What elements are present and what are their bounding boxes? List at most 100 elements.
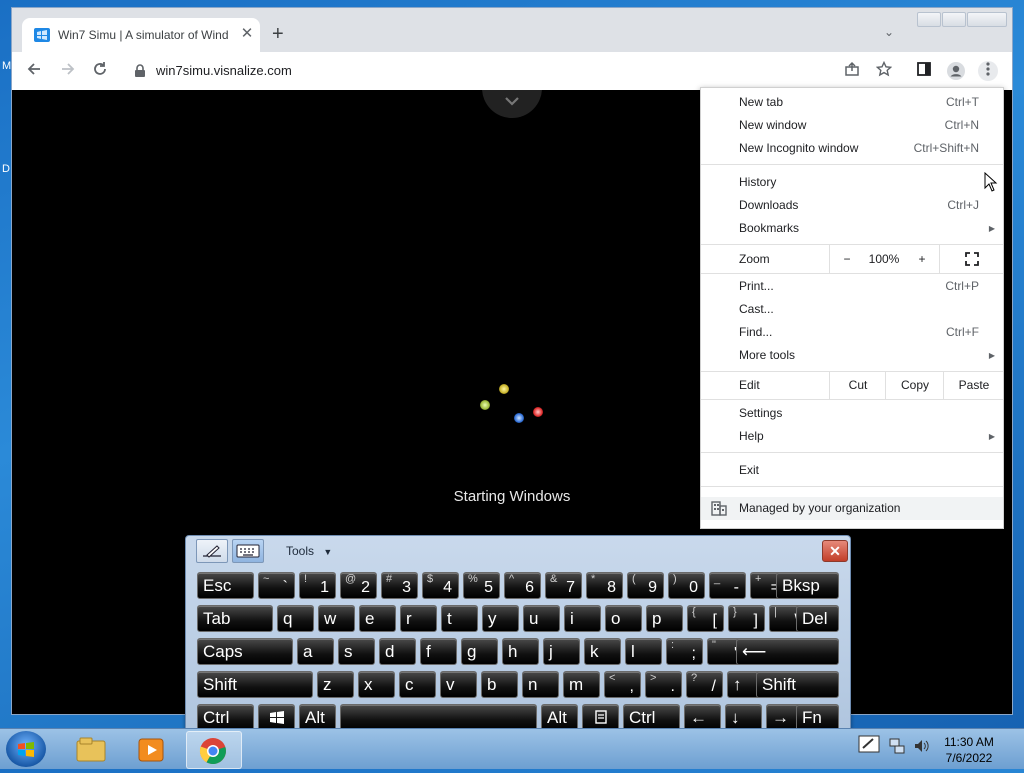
menu-item-cast[interactable]: Cast... xyxy=(701,298,1003,321)
key-q[interactable]: q xyxy=(277,605,314,632)
cut-button[interactable]: Cut xyxy=(829,371,886,399)
key-space[interactable] xyxy=(340,704,537,731)
copy-button[interactable]: Copy xyxy=(885,371,944,399)
side-panel-icon[interactable] xyxy=(914,61,934,81)
key-left-bracket[interactable]: {[ xyxy=(687,605,724,632)
key-h[interactable]: h xyxy=(502,638,539,665)
key-w[interactable]: w xyxy=(318,605,355,632)
menu-item-more-tools[interactable]: More tools ▶ xyxy=(701,344,1003,367)
explorer-taskbar-icon[interactable] xyxy=(64,731,118,767)
menu-item-find[interactable]: Find... Ctrl+F xyxy=(701,321,1003,344)
key-down-arrow[interactable]: ↓ xyxy=(725,704,762,731)
reload-icon[interactable] xyxy=(90,61,110,81)
key-left-arrow[interactable]: ← xyxy=(684,704,721,731)
menu-item-new-tab[interactable]: New tab Ctrl+T xyxy=(701,91,1003,114)
menu-item-exit[interactable]: Exit xyxy=(701,459,1003,482)
menu-item-settings[interactable]: Settings xyxy=(701,402,1003,425)
dropdown-handle[interactable] xyxy=(482,90,542,118)
key-backspace[interactable]: Bksp xyxy=(776,572,839,599)
key-ctrl-left[interactable]: Ctrl xyxy=(197,704,254,731)
zoom-out-button[interactable]: − xyxy=(829,245,864,273)
key-v[interactable]: v xyxy=(440,671,477,698)
media-player-taskbar-icon[interactable] xyxy=(124,731,178,767)
menu-item-downloads[interactable]: Downloads Ctrl+J xyxy=(701,194,1003,217)
key-alt-right[interactable]: Alt xyxy=(541,704,578,731)
share-icon[interactable] xyxy=(842,61,862,81)
key-esc[interactable]: Esc xyxy=(197,572,254,599)
keyboard-mode-icon[interactable] xyxy=(232,539,264,563)
key-menu[interactable] xyxy=(582,704,619,731)
key-a[interactable]: a xyxy=(297,638,334,665)
volume-icon[interactable] xyxy=(913,737,931,755)
forward-icon[interactable] xyxy=(58,61,78,81)
key-fn[interactable]: Fn xyxy=(796,704,839,731)
bookmark-star-icon[interactable] xyxy=(874,60,894,81)
start-button[interactable] xyxy=(6,731,46,767)
key-enter[interactable]: ⟵ xyxy=(736,638,839,665)
key-r[interactable]: r xyxy=(400,605,437,632)
key-k[interactable]: k xyxy=(584,638,621,665)
menu-item-history[interactable]: History xyxy=(701,171,1003,194)
key-u[interactable]: u xyxy=(523,605,560,632)
key-5[interactable]: % 5 xyxy=(463,572,500,599)
paste-button[interactable]: Paste xyxy=(943,371,1004,399)
pen-input-icon[interactable] xyxy=(858,733,880,755)
key-4[interactable]: $4 xyxy=(422,572,459,599)
fullscreen-icon[interactable] xyxy=(939,245,1004,273)
back-icon[interactable] xyxy=(24,61,44,81)
key-p[interactable]: p xyxy=(646,605,683,632)
key-1[interactable]: ! 1 xyxy=(299,572,336,599)
key-shift-left[interactable]: Shift xyxy=(197,671,313,698)
close-window-icon[interactable] xyxy=(967,12,1007,27)
osk-close-button[interactable]: ✕ xyxy=(822,540,848,562)
menu-item-bookmarks[interactable]: Bookmarks ▶ xyxy=(701,217,1003,240)
key-y[interactable]: y xyxy=(482,605,519,632)
active-tab[interactable]: Win7 Simu | A simulator of Windows 7 ✕ xyxy=(22,18,260,52)
menu-item-managed[interactable]: Managed by your organization xyxy=(701,497,1003,520)
key-minus[interactable]: _ - xyxy=(709,572,746,599)
system-clock[interactable]: 11:30 AM 7/6/2022 xyxy=(932,734,1006,766)
menu-item-print[interactable]: Print... Ctrl+P xyxy=(701,275,1003,298)
key-7[interactable]: & 7 xyxy=(545,572,582,599)
menu-item-incognito[interactable]: New Incognito window Ctrl+Shift+N xyxy=(701,137,1003,160)
key-o[interactable]: o xyxy=(605,605,642,632)
key-0[interactable]: ) 0 xyxy=(668,572,705,599)
key-c[interactable]: c xyxy=(399,671,436,698)
key-6[interactable]: ^ 6 xyxy=(504,572,541,599)
key-s[interactable]: s xyxy=(338,638,375,665)
handwriting-mode-icon[interactable] xyxy=(196,539,228,563)
key-9[interactable]: (9 xyxy=(627,572,664,599)
key-caps[interactable]: Caps xyxy=(197,638,293,665)
key-b[interactable]: b xyxy=(481,671,518,698)
key-m[interactable]: m xyxy=(563,671,600,698)
key-shift-right[interactable]: Shift xyxy=(756,671,839,698)
key-8[interactable]: * 8 xyxy=(586,572,623,599)
key-l[interactable]: l xyxy=(625,638,662,665)
key-j[interactable]: j xyxy=(543,638,580,665)
key-comma[interactable]: <, xyxy=(604,671,641,698)
zoom-in-button[interactable]: + xyxy=(905,245,939,273)
key-tab[interactable]: Tab xyxy=(197,605,273,632)
key-d[interactable]: d xyxy=(379,638,416,665)
key-slash[interactable]: ? / xyxy=(686,671,723,698)
key-i[interactable]: i xyxy=(564,605,601,632)
key-period[interactable]: >. xyxy=(645,671,682,698)
key-x[interactable]: x xyxy=(358,671,395,698)
tools-menu[interactable]: Tools ▼ xyxy=(286,544,332,558)
key-tilde[interactable]: ~ ` xyxy=(258,572,295,599)
chrome-taskbar-icon[interactable] xyxy=(186,731,242,769)
key-e[interactable]: e xyxy=(359,605,396,632)
key-n[interactable]: n xyxy=(522,671,559,698)
key-ctrl-right[interactable]: Ctrl xyxy=(623,704,680,731)
key-alt-left[interactable]: Alt xyxy=(299,704,336,731)
key-z[interactable]: z xyxy=(317,671,354,698)
key-right-bracket[interactable]: }] xyxy=(728,605,765,632)
menu-item-new-window[interactable]: New window Ctrl+N xyxy=(701,114,1003,137)
profile-avatar-icon[interactable] xyxy=(946,61,966,81)
chrome-menu-icon[interactable] xyxy=(978,61,998,81)
key-f[interactable]: f xyxy=(420,638,457,665)
tab-search-icon[interactable]: ⌄ xyxy=(884,25,894,39)
minimize-icon[interactable] xyxy=(917,12,941,27)
key-t[interactable]: t xyxy=(441,605,478,632)
network-icon[interactable] xyxy=(889,737,905,755)
